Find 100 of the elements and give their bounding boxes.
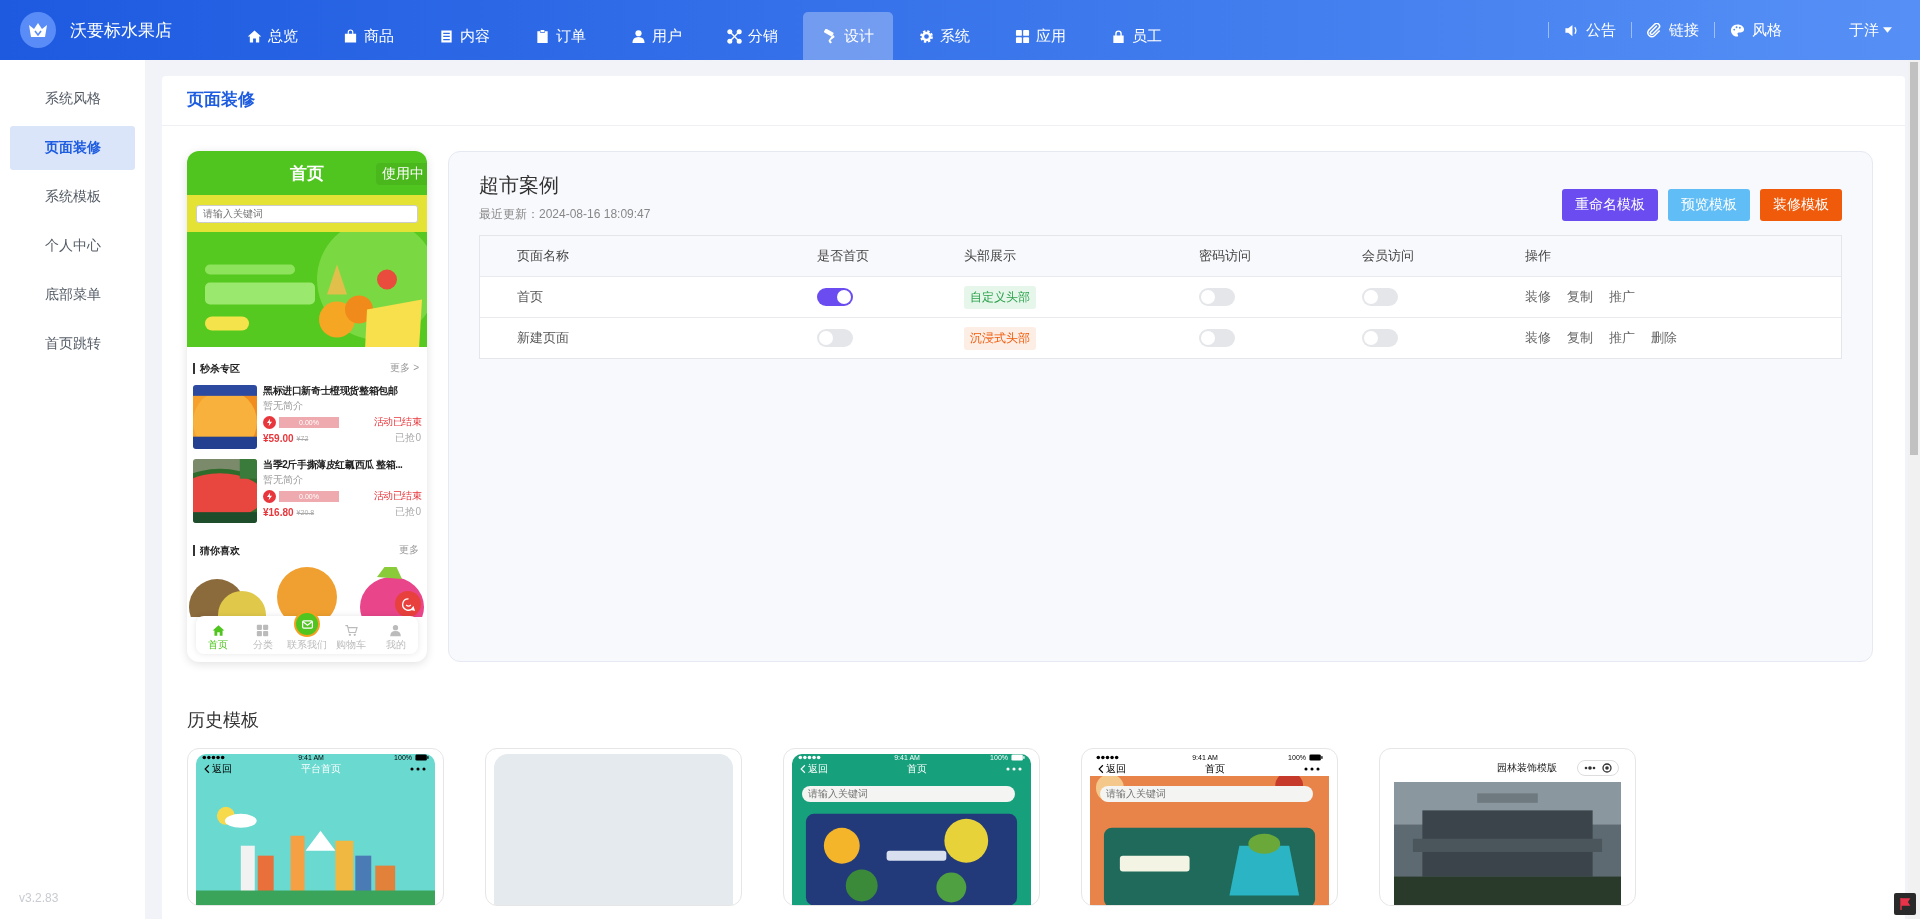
column-header: 操作 [1525,247,1552,265]
page-title: 园林装饰模版 [1497,761,1557,775]
person-icon [389,624,403,637]
gear-icon [918,28,934,44]
column-header: 是否首页 [817,247,870,265]
nodes-icon [726,28,742,44]
feedback-button[interactable] [1894,893,1916,915]
product-price: ¥59.00 [263,432,294,444]
scrollbar[interactable] [1908,60,1920,919]
template-thumbnail[interactable]: 园林装饰模版 [1379,748,1636,906]
nav-tab[interactable]: 内容 [416,12,512,60]
crown-logo-icon [20,12,56,48]
search-field[interactable]: 请输入关键词 [196,204,418,223]
store-name: 沃要标水果店 [70,19,172,42]
user-menu[interactable]: 于洋 [1843,19,1898,41]
header-link[interactable]: 公告 [1549,20,1631,40]
table-cell-text: 首页 [517,288,544,306]
sale-state: 活动已结束 [373,415,421,429]
cart-icon [344,624,358,637]
header-link[interactable]: 风格 [1715,20,1797,40]
sidebar-item[interactable]: 个人中心 [10,224,135,268]
grid-icon [1014,28,1030,44]
section-heading: 历史模板 [186,709,260,732]
nav-tab[interactable]: 用户 [608,12,704,60]
more-link[interactable]: 更多 [399,543,419,557]
template-button[interactable]: 重命名模板 [1562,189,1658,221]
nav-tab[interactable]: 设计 [803,12,893,60]
template-name: 超市案例 [479,173,560,198]
chevron-icon [1098,763,1104,774]
action-link[interactable]: 复制 [1567,288,1593,306]
sold-count: 已抢0 [395,505,421,519]
page-heading: 页面装修 [162,76,1905,126]
status-badge: 使用中 [376,163,427,185]
action-link[interactable]: 复制 [1567,329,1593,347]
back-link[interactable]: 返回 [1098,761,1126,776]
sidebar-item[interactable]: 底部菜单 [10,273,135,317]
toggle-switch[interactable] [817,329,853,347]
document-icon [438,28,454,44]
header-tag: 自定义头部 [964,285,1036,309]
nav-tab[interactable]: 员工 [1088,12,1184,60]
flag-icon [1897,896,1913,912]
section-title: 猜你喜欢 [193,544,240,556]
nav-tab[interactable]: 系统 [896,12,992,60]
section-title: 秒杀专区 [193,362,240,374]
sidebar-item[interactable]: 首页跳转 [10,322,135,366]
page-title: 平台首页 [300,761,341,776]
nav-tab[interactable]: 商品 [320,12,416,60]
template-button[interactable]: 装修模板 [1760,189,1842,221]
nav-tab[interactable]: 订单 [512,12,608,60]
battery-icon [1309,754,1323,762]
paperclip-icon [1647,22,1662,38]
header-link[interactable]: 链接 [1632,20,1714,40]
more-link[interactable]: 更多 > [390,361,419,375]
action-link[interactable]: 推广 [1609,329,1635,347]
product-intro: 暂无简介 [263,399,304,413]
sidebar-item[interactable]: 系统风格 [10,77,135,121]
nav-tab[interactable]: 应用 [992,12,1088,60]
toggle-switch[interactable] [1362,288,1398,306]
nav-tab[interactable]: 分销 [704,12,800,60]
home-icon [211,624,225,637]
chevron-icon [204,763,210,774]
toggle-switch[interactable] [1199,288,1235,306]
action-link[interactable]: 装修 [1525,288,1551,306]
lock-icon [1110,28,1126,44]
more-icon[interactable] [1303,766,1321,771]
bolt-icon [265,491,274,501]
toggle-switch[interactable] [1199,329,1235,347]
back-link[interactable]: 返回 [800,761,828,776]
more-icon[interactable] [409,766,427,771]
toggle-switch[interactable] [1362,329,1398,347]
preview-title: 首页 [290,162,324,185]
action-link[interactable]: 删除 [1651,329,1677,347]
table-cell-text: 新建页面 [517,329,570,347]
sidebar-item[interactable]: 系统模板 [10,175,135,219]
product-name: 黑标进口新奇士橙现货整箱包邮 [263,385,399,397]
chat-icon [400,596,416,612]
chevron-icon [800,763,806,774]
envelope-icon [300,617,314,631]
action-link[interactable]: 装修 [1525,329,1551,347]
battery-icon [415,754,429,762]
page-title: 首页 [1204,761,1225,776]
nav-tab[interactable]: 总览 [224,12,320,60]
caret-icon [1883,27,1892,33]
back-link[interactable]: 返回 [204,761,232,776]
action-link[interactable]: 推广 [1609,288,1635,306]
sale-state: 活动已结束 [373,489,421,503]
grid-icon [256,624,270,637]
sold-count: 已抢0 [395,431,421,445]
battery-icon [1011,754,1025,762]
person-icon [630,28,646,44]
column-header: 头部展示 [964,247,1017,265]
sidebar-item[interactable]: 页面装修 [10,126,135,170]
toggle-switch[interactable] [817,288,853,306]
header-tag: 沉浸式头部 [964,326,1036,350]
home-icon [246,28,262,44]
column-header: 密码访问 [1199,247,1252,265]
clipboard-icon [534,28,550,44]
column-header: 页面名称 [517,247,570,265]
column-header: 会员访问 [1362,247,1415,265]
palette-icon [1730,22,1745,38]
